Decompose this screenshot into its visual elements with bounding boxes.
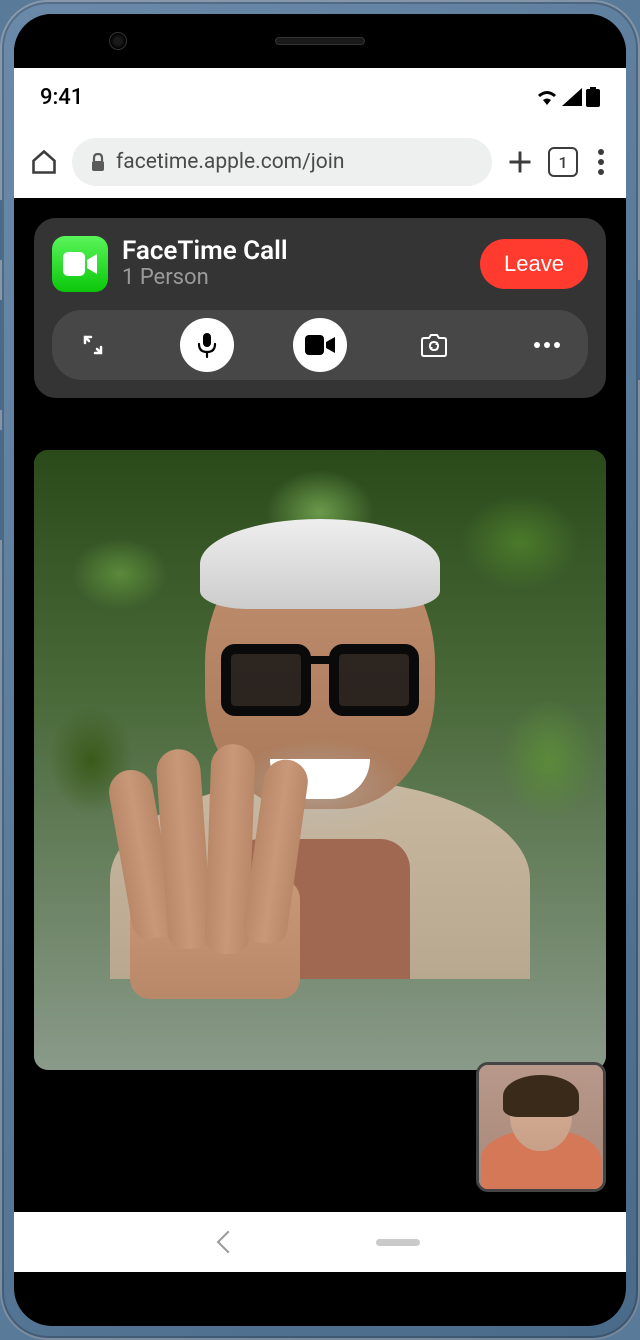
back-button[interactable] [217, 1231, 240, 1254]
camera-button[interactable] [293, 318, 347, 372]
call-participant-count: 1 Person [122, 265, 466, 291]
status-time: 9:41 [40, 85, 83, 110]
fullscreen-button[interactable] [66, 318, 120, 372]
leave-button[interactable]: Leave [480, 239, 588, 289]
ellipsis-icon [534, 342, 560, 348]
status-icons [536, 87, 600, 107]
flip-camera-icon [419, 332, 449, 358]
phone-frame: 9:41 facetime.apple.com/join [0, 0, 640, 1340]
status-bar: 9:41 [14, 68, 626, 126]
android-nav-bar [14, 1212, 626, 1272]
expand-icon [81, 333, 105, 357]
lock-icon [90, 153, 106, 171]
tabs-button[interactable]: 1 [548, 147, 578, 177]
front-camera [109, 32, 127, 50]
call-title: FaceTime Call [122, 237, 466, 266]
microphone-button[interactable] [180, 318, 234, 372]
more-options-button[interactable] [520, 318, 574, 372]
more-menu-icon[interactable] [598, 149, 604, 175]
facetime-app-icon [52, 236, 108, 292]
browser-bar: facetime.apple.com/join 1 [14, 126, 626, 198]
home-icon[interactable] [30, 148, 58, 176]
speaker-grille [275, 37, 365, 45]
video-call-content: FaceTime Call 1 Person Leave [14, 198, 626, 1212]
volume-up-button [0, 200, 2, 260]
wifi-icon [536, 88, 558, 106]
battery-icon [586, 87, 600, 107]
new-tab-icon[interactable] [506, 148, 534, 176]
call-controls [52, 310, 588, 380]
home-gesture-pill[interactable] [376, 1239, 420, 1246]
flip-camera-button[interactable] [407, 318, 461, 372]
tab-count: 1 [558, 153, 567, 172]
remote-video[interactable] [34, 450, 606, 1070]
address-bar[interactable]: facetime.apple.com/join [72, 138, 492, 186]
self-video-pip[interactable] [476, 1062, 606, 1192]
microphone-icon [194, 331, 220, 359]
volume-down-button [0, 300, 2, 410]
url-text: facetime.apple.com/join [116, 150, 344, 174]
signal-icon [562, 88, 582, 106]
video-icon [305, 335, 335, 355]
call-control-panel: FaceTime Call 1 Person Leave [34, 218, 606, 398]
side-button [0, 430, 2, 540]
